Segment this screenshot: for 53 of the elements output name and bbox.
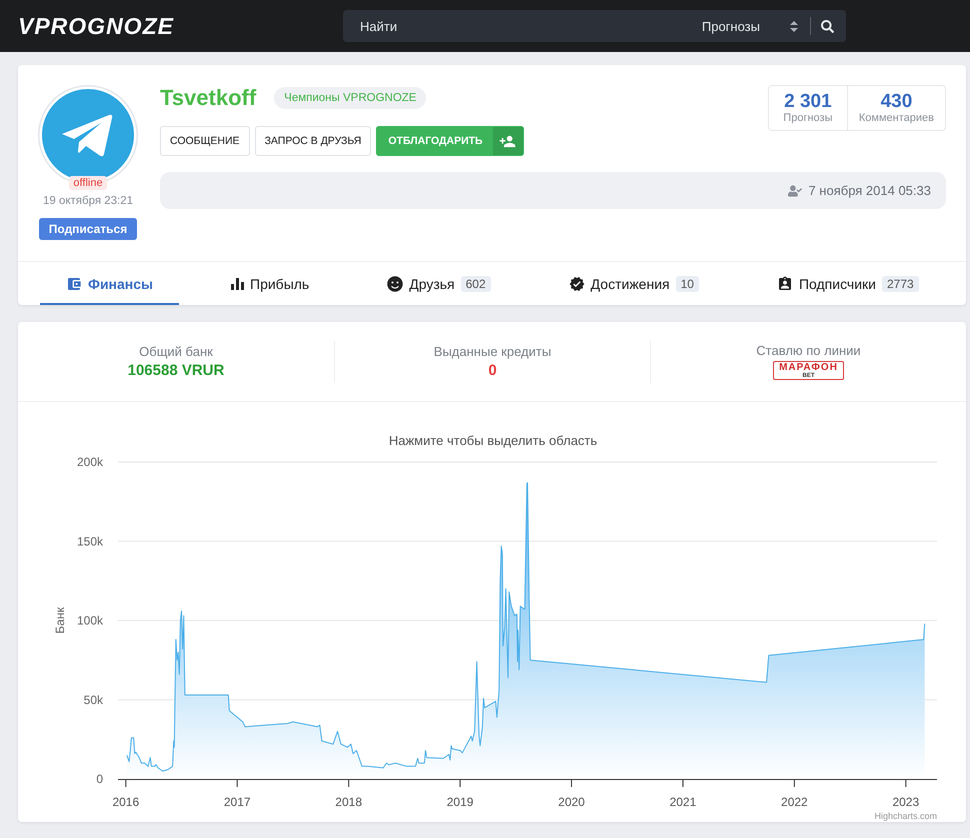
y-axis-label: 0: [96, 772, 103, 786]
profile-tab[interactable]: Достижения 10: [542, 262, 725, 305]
y-axis-title: Банк: [53, 607, 67, 634]
verified-badge-icon: [568, 276, 585, 292]
x-axis-label: 2021: [670, 795, 696, 809]
bar-chart-icon: [231, 278, 244, 290]
y-axis-label: 200k: [76, 455, 103, 469]
summary-label: Ставлю по линии: [756, 343, 861, 358]
stat-label: Прогнозы: [783, 112, 832, 125]
search-bar[interactable]: Найти Прогнозы: [343, 10, 846, 42]
y-axis-label: 150k: [76, 534, 103, 548]
x-axis-label: 2018: [335, 795, 362, 809]
profile-tab[interactable]: Подписчики 2773: [750, 262, 945, 305]
user-check-icon: [788, 184, 802, 198]
profile-tab[interactable]: Финансы: [40, 262, 179, 305]
stat-label: Комментариев: [858, 112, 934, 125]
chart-title: Нажмите чтобы выделить область: [388, 433, 598, 448]
count-badge: 10: [676, 276, 699, 292]
search-icon: [821, 20, 834, 32]
x-axis-label: 2022: [781, 795, 808, 809]
y-axis-label: 50k: [84, 692, 103, 707]
summary-label: Выданные кредиты: [434, 344, 552, 359]
smiley-icon: [387, 276, 404, 292]
search-field[interactable]: Найти: [358, 10, 702, 42]
stat-value: 430: [880, 91, 912, 112]
group-badge: Чемпионы VPROGNOZE: [274, 87, 426, 109]
subscribe-button[interactable]: Подписаться: [39, 218, 137, 240]
last-seen-time: 19 октября 23:21: [42, 195, 134, 207]
sort-arrows-icon: [790, 20, 798, 32]
x-axis-label: 2016: [112, 795, 140, 809]
y-axis-label: 100k: [76, 614, 103, 628]
x-axis-label: 2019: [446, 795, 474, 809]
username: Tsvetkoff: [160, 85, 256, 111]
add-user-icon: [492, 127, 523, 155]
action-button[interactable]: СООБЩЕНИЕ: [160, 126, 250, 156]
profile-tab[interactable]: Прибыль: [205, 262, 336, 305]
x-axis-label: 2017: [224, 795, 251, 809]
status-badge: offline: [69, 176, 107, 190]
summary-value: 106588 VRUR: [128, 362, 224, 379]
stat-value: 2 301: [784, 91, 832, 112]
x-axis-label: 2023: [892, 795, 920, 809]
site-logo[interactable]: VPROGNOZE: [18, 12, 174, 38]
wallet-icon: [66, 276, 82, 292]
registration-date: 7 ноября 2014 05:33: [808, 183, 931, 198]
summary-value: 0: [488, 362, 497, 379]
profile-tab[interactable]: Друзья 602: [361, 262, 517, 305]
action-button[interactable]: ЗАПРОС В ДРУЗЬЯ: [254, 126, 372, 156]
category-select[interactable]: Прогнозы: [702, 18, 804, 34]
x-axis-label: 2020: [558, 795, 585, 809]
summary-label: Общий банк: [139, 344, 213, 359]
count-badge: 602: [460, 276, 491, 292]
count-badge: 2773: [882, 276, 919, 292]
contact-card-icon: [776, 276, 793, 292]
